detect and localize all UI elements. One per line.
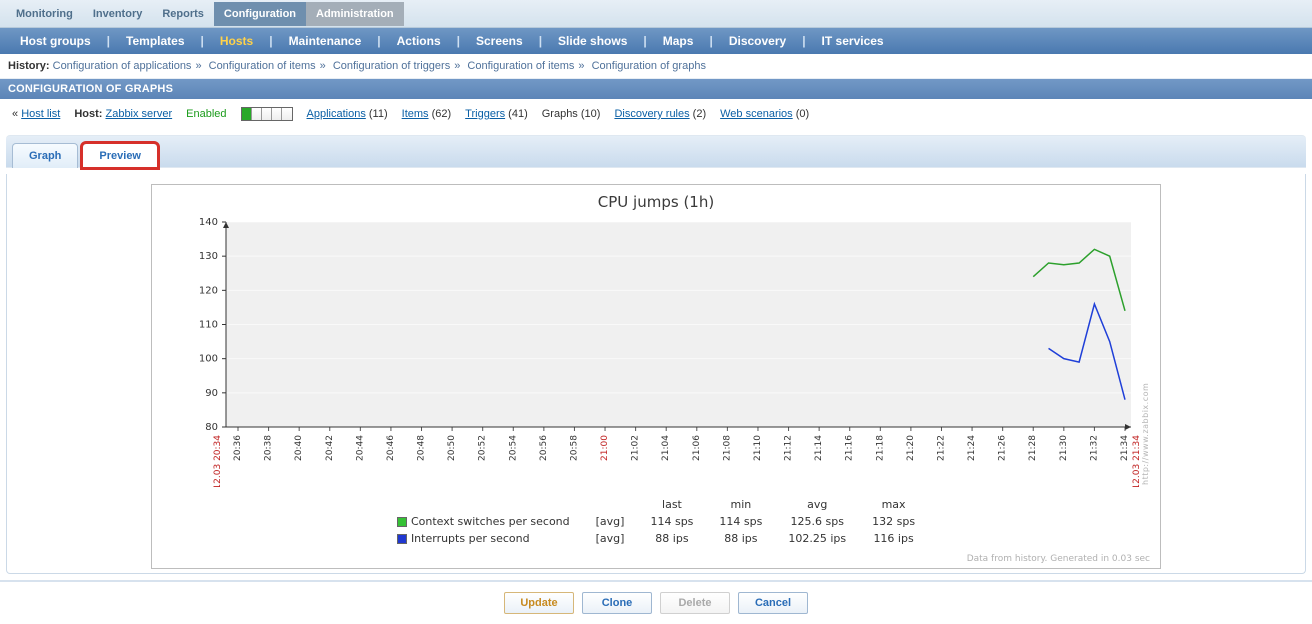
svg-text:20:40: 20:40 bbox=[294, 435, 304, 461]
svg-text:21:04: 21:04 bbox=[661, 435, 671, 461]
nav-administration[interactable]: Administration bbox=[306, 2, 404, 26]
svg-text:21:02: 21:02 bbox=[631, 435, 641, 461]
host-list-link[interactable]: Host list bbox=[21, 108, 60, 120]
svg-text:20:54: 20:54 bbox=[508, 435, 518, 461]
availability-icon bbox=[241, 107, 293, 121]
footer-actions: Update Clone Delete Cancel bbox=[0, 580, 1312, 624]
svg-text:20:38: 20:38 bbox=[264, 435, 274, 461]
legend-series-name: Interrupts per second bbox=[385, 531, 582, 546]
subnav-host-groups[interactable]: Host groups bbox=[6, 30, 105, 52]
svg-text:21:06: 21:06 bbox=[692, 435, 702, 461]
breadcrumb-link[interactable]: Configuration of items bbox=[467, 60, 574, 72]
update-button[interactable]: Update bbox=[504, 592, 574, 614]
subnav-slide-shows[interactable]: Slide shows bbox=[544, 30, 641, 52]
svg-text:21:10: 21:10 bbox=[753, 435, 763, 461]
breadcrumb: History: Configuration of applications» … bbox=[0, 54, 1312, 79]
chart-legend: lastminavgmaxContext switches per second… bbox=[383, 495, 929, 548]
svg-text:100: 100 bbox=[199, 354, 218, 365]
svg-text:20:56: 20:56 bbox=[539, 435, 549, 461]
svg-text:20:52: 20:52 bbox=[478, 435, 488, 461]
subnav-discovery[interactable]: Discovery bbox=[715, 30, 800, 52]
svg-text:21:12: 21:12 bbox=[784, 435, 794, 461]
svg-text:21:32: 21:32 bbox=[1089, 435, 1099, 461]
legend-series-name: Context switches per second bbox=[385, 514, 582, 529]
legend-swatch bbox=[397, 517, 407, 527]
host-link-applications[interactable]: Applications bbox=[307, 108, 366, 120]
svg-text:130: 130 bbox=[199, 251, 218, 262]
host-link-graphs: Graphs bbox=[542, 108, 578, 120]
tab-graph[interactable]: Graph bbox=[12, 143, 78, 168]
history-label: History: bbox=[8, 60, 50, 72]
svg-text:20:44: 20:44 bbox=[355, 435, 365, 461]
legend-swatch bbox=[397, 534, 407, 544]
subnav-maps[interactable]: Maps bbox=[649, 30, 708, 52]
chart-title: CPU jumps (1h) bbox=[156, 193, 1156, 211]
host-link-triggers[interactable]: Triggers bbox=[465, 108, 505, 120]
breadcrumb-link[interactable]: Configuration of items bbox=[209, 60, 316, 72]
svg-text:21:26: 21:26 bbox=[998, 435, 1008, 461]
svg-text:20:58: 20:58 bbox=[569, 435, 579, 461]
svg-text:20:42: 20:42 bbox=[325, 435, 335, 461]
svg-text:110: 110 bbox=[199, 320, 218, 331]
chart-panel: CPU jumps (1h) 80 90 100 110 120 130 140 20:36 2… bbox=[151, 184, 1161, 569]
sub-nav: Host groups|Templates|Hosts|Maintenance|… bbox=[0, 28, 1312, 54]
svg-text:21:00: 21:00 bbox=[600, 435, 610, 461]
subnav-screens[interactable]: Screens bbox=[462, 30, 537, 52]
svg-text:21:24: 21:24 bbox=[967, 435, 977, 461]
breadcrumb-link[interactable]: Configuration of applications bbox=[53, 60, 192, 72]
host-link-web-scenarios[interactable]: Web scenarios bbox=[720, 108, 793, 120]
clone-button[interactable]: Clone bbox=[582, 592, 652, 614]
host-name-link[interactable]: Zabbix server bbox=[105, 108, 172, 120]
svg-text:20:48: 20:48 bbox=[417, 435, 427, 461]
chart-plot: 80 90 100 110 120 130 140 20:36 20:38 20:40 20:42 2… bbox=[156, 217, 1141, 487]
breadcrumb-link[interactable]: Configuration of graphs bbox=[592, 60, 706, 72]
tab-preview[interactable]: Preview bbox=[82, 143, 158, 168]
svg-text:120: 120 bbox=[199, 285, 218, 296]
subnav-actions[interactable]: Actions bbox=[383, 30, 455, 52]
nav-monitoring[interactable]: Monitoring bbox=[6, 2, 83, 26]
svg-text:12.03 20:34: 12.03 20:34 bbox=[213, 435, 223, 487]
section-title: CONFIGURATION OF GRAPHS bbox=[0, 79, 1312, 99]
svg-text:21:14: 21:14 bbox=[814, 435, 824, 461]
nav-configuration[interactable]: Configuration bbox=[214, 2, 306, 26]
subnav-maintenance[interactable]: Maintenance bbox=[275, 30, 376, 52]
svg-text:21:20: 21:20 bbox=[906, 435, 916, 461]
nav-inventory[interactable]: Inventory bbox=[83, 2, 153, 26]
host-info-row: « Host list Host: Zabbix server Enabled … bbox=[0, 99, 1312, 129]
tab-bar: Graph Preview bbox=[6, 135, 1306, 168]
svg-text:12.03 21:34: 12.03 21:34 bbox=[1132, 435, 1141, 487]
svg-text:21:18: 21:18 bbox=[875, 435, 885, 461]
svg-text:21:16: 21:16 bbox=[845, 435, 855, 461]
host-status: Enabled bbox=[186, 108, 226, 120]
subnav-templates[interactable]: Templates bbox=[112, 30, 198, 52]
host-label: Host: bbox=[74, 108, 102, 120]
delete-button: Delete bbox=[660, 592, 730, 614]
generated-note: Data from history. Generated in 0.03 sec bbox=[156, 552, 1156, 564]
svg-text:90: 90 bbox=[205, 388, 218, 399]
svg-text:21:22: 21:22 bbox=[936, 435, 946, 461]
svg-text:20:36: 20:36 bbox=[233, 435, 243, 461]
subnav-hosts[interactable]: Hosts bbox=[206, 30, 267, 52]
breadcrumb-link[interactable]: Configuration of triggers bbox=[333, 60, 450, 72]
svg-text:140: 140 bbox=[199, 217, 218, 228]
svg-text:21:08: 21:08 bbox=[722, 435, 732, 461]
svg-text:80: 80 bbox=[205, 422, 218, 433]
svg-text:21:34: 21:34 bbox=[1120, 435, 1130, 461]
nav-reports[interactable]: Reports bbox=[152, 2, 214, 26]
host-link-discovery-rules[interactable]: Discovery rules bbox=[614, 108, 689, 120]
svg-text:20:46: 20:46 bbox=[386, 435, 396, 461]
svg-text:21:28: 21:28 bbox=[1028, 435, 1038, 461]
subnav-it-services[interactable]: IT services bbox=[808, 30, 898, 52]
credit-label: http://www.zabbix.com bbox=[1141, 217, 1150, 487]
host-link-items[interactable]: Items bbox=[402, 108, 429, 120]
tab-content-preview: CPU jumps (1h) 80 90 100 110 120 130 140 20:36 2… bbox=[6, 174, 1306, 574]
svg-text:20:50: 20:50 bbox=[447, 435, 457, 461]
svg-text:21:30: 21:30 bbox=[1059, 435, 1069, 461]
primary-nav: MonitoringInventoryReportsConfigurationA… bbox=[0, 0, 1312, 28]
cancel-button[interactable]: Cancel bbox=[738, 592, 808, 614]
